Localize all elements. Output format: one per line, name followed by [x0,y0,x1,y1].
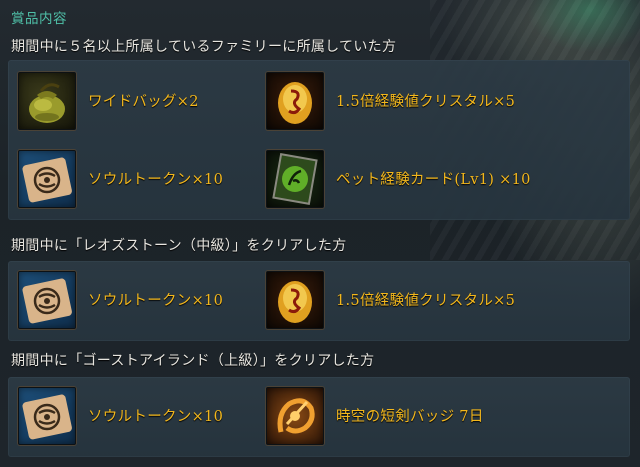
reward-label: ペット経験カード(Lv1) ×10 [336,172,531,188]
dagger-badge-icon [266,387,324,445]
reward-label: ソウルトークン×10 [88,172,224,188]
soul-token-icon [18,271,76,329]
reward-item: ソウルトークン×10 [8,269,298,331]
reward-condition: 期間中に５名以上所属しているファミリーに所属していた方 [11,39,397,55]
reward-label: ワイドバッグ×2 [88,94,199,110]
reward-item: ソウルトークン×10 [8,148,298,210]
reward-panel: ワイドバッグ×2 1.5倍経験値クリスタル×5 ソウルトークン×10 ペット経験… [8,60,630,220]
reward-item: 1.5倍経験値クリスタル×5 [256,269,546,331]
section-title: 賞品内容 [11,11,67,27]
reward-label: ソウルトークン×10 [88,293,224,309]
soul-token-icon [18,387,76,445]
reward-label: ソウルトークン×10 [88,409,224,425]
reward-panel: ソウルトークン×10 時空の短剣バッジ 7日 [8,377,630,457]
reward-item: ソウルトークン×10 [8,385,298,447]
soul-token-icon [18,150,76,208]
experience-crystal-icon [266,271,324,329]
reward-condition: 期間中に「ゴーストアイランド（上級）」をクリアした方 [11,353,375,369]
reward-item: ワイドバッグ×2 [8,70,298,132]
experience-crystal-icon [266,72,324,130]
reward-panel: ソウルトークン×10 1.5倍経験値クリスタル×5 [8,261,630,341]
reward-item: 1.5倍経験値クリスタル×5 [256,70,546,132]
reward-condition: 期間中に「レオズストーン（中級）」をクリアした方 [11,238,347,254]
reward-item: 時空の短剣バッジ 7日 [256,385,546,447]
reward-label: 1.5倍経験値クリスタル×5 [336,293,516,309]
reward-label: 時空の短剣バッジ 7日 [336,409,484,425]
bag-icon [18,72,76,130]
reward-label: 1.5倍経験値クリスタル×5 [336,94,516,110]
reward-item: ペット経験カード(Lv1) ×10 [256,148,546,210]
pet-exp-card-icon [266,150,324,208]
